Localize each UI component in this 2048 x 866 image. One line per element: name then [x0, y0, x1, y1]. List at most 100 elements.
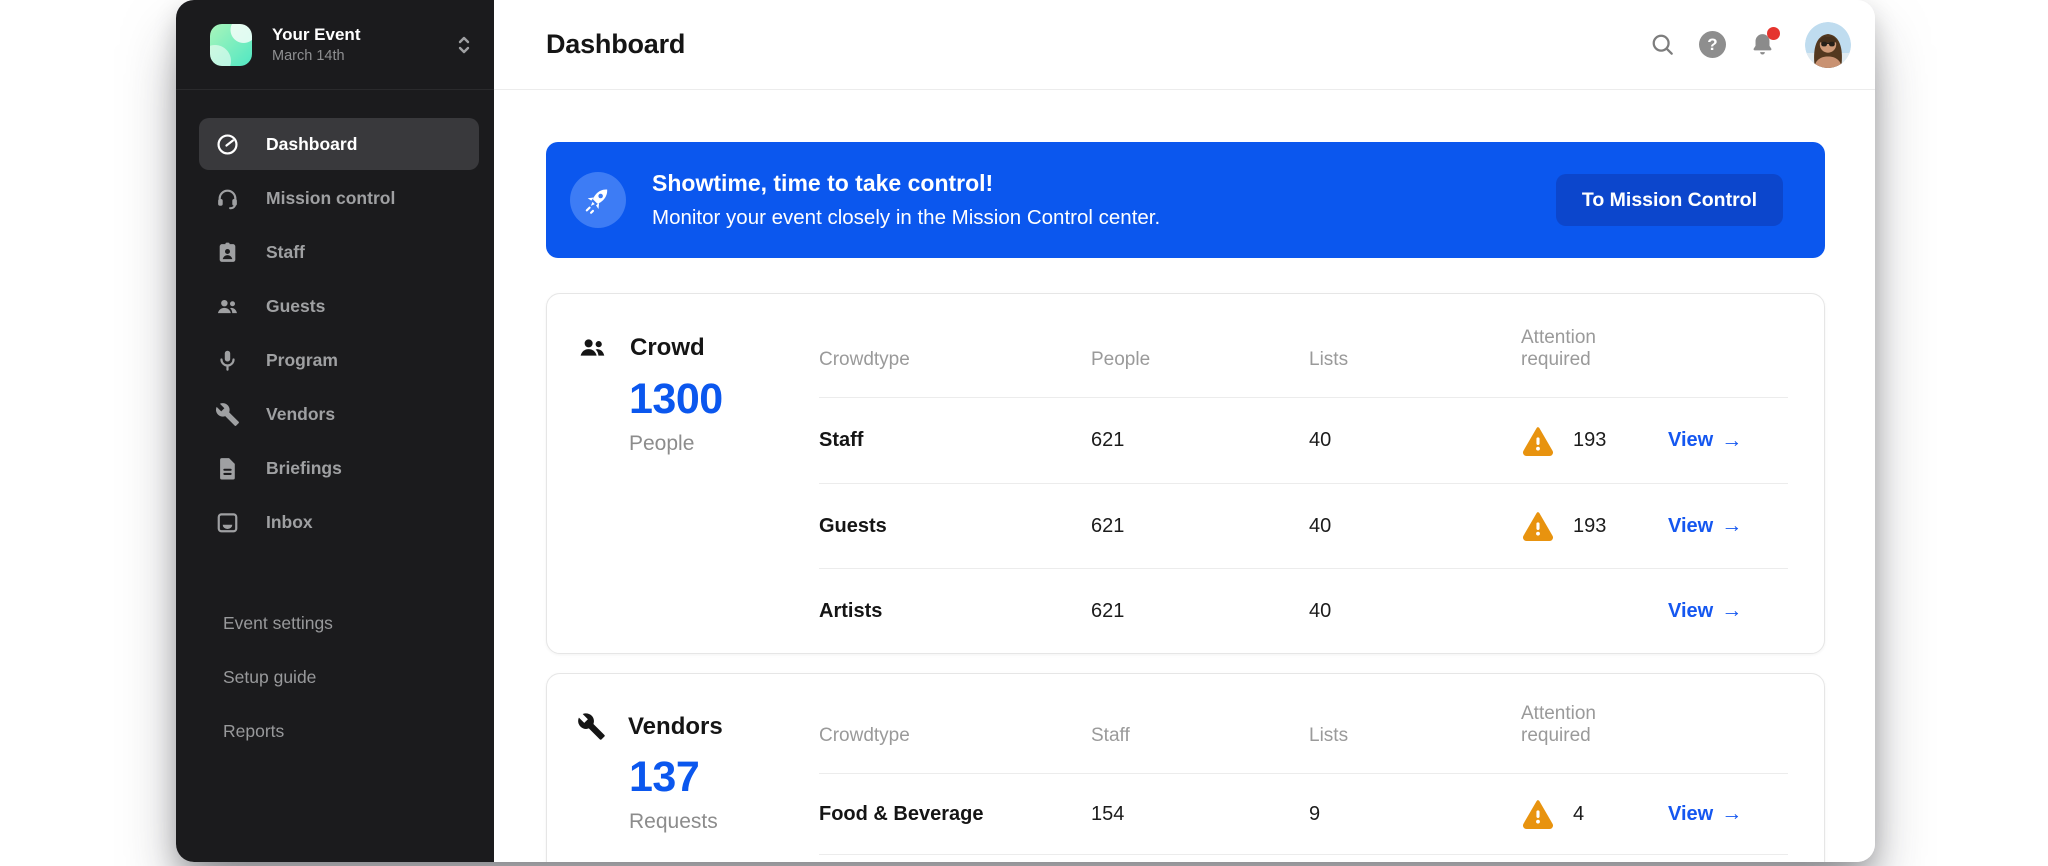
- banner-text: Showtime, time to take control! Monitor …: [652, 170, 1160, 230]
- banner-subtitle: Monitor your event closely in the Missio…: [652, 206, 1160, 230]
- crowd-card: Crowd 1300 People Crowdtype People Lists…: [546, 293, 1825, 654]
- column-header: Crowdtype: [819, 349, 1091, 371]
- attention-cell: 193: [1521, 509, 1668, 543]
- search-icon[interactable]: [1649, 31, 1676, 58]
- sidebar-item-label: Mission control: [266, 188, 395, 209]
- wrench-icon: [215, 402, 240, 427]
- sidebar: Your Event March 14th Dashboard: [176, 0, 494, 862]
- sidebar-item-program[interactable]: Program: [199, 334, 479, 386]
- event-meta: Your Event March 14th: [272, 25, 360, 64]
- crowdtype-cell: Artists: [819, 600, 1091, 623]
- attention-cell: 193: [1521, 424, 1668, 458]
- chevron-updown-icon: [456, 34, 472, 56]
- view-link[interactable]: View→: [1668, 429, 1788, 453]
- lists-cell: 40: [1309, 515, 1521, 538]
- badge-icon: [215, 240, 240, 265]
- headset-icon: [215, 186, 240, 211]
- sidebar-nav: Dashboard Mission control Staff: [176, 90, 494, 550]
- people-icon: [215, 294, 240, 319]
- app-window: Your Event March 14th Dashboard: [176, 0, 1875, 862]
- sidebar-item-briefings[interactable]: Briefings: [199, 442, 479, 494]
- view-link[interactable]: View→: [1668, 514, 1788, 538]
- people-cell: 621: [1091, 515, 1309, 538]
- sidebar-item-staff[interactable]: Staff: [199, 226, 479, 278]
- sidebar-item-mission-control[interactable]: Mission control: [199, 172, 479, 224]
- topbar: Dashboard ?: [494, 0, 1875, 90]
- lists-cell: 9: [1309, 803, 1521, 826]
- bell-icon[interactable]: [1749, 31, 1776, 58]
- event-logo-icon: [210, 24, 252, 66]
- crowd-metric: 1300: [629, 375, 819, 424]
- column-header: Crowdtype: [819, 725, 1091, 747]
- vendors-table: Crowdtype Staff Lists Attention required…: [819, 674, 1824, 862]
- crowd-table: Crowdtype People Lists Attention require…: [819, 294, 1824, 653]
- sidebar-links: Event settings Setup guide Reports: [176, 596, 494, 758]
- view-link[interactable]: View→: [1668, 802, 1788, 826]
- sidebar-item-dashboard[interactable]: Dashboard: [199, 118, 479, 170]
- sidebar-item-label: Briefings: [266, 458, 342, 479]
- topbar-icons: ?: [1649, 22, 1851, 68]
- sidebar-item-label: Vendors: [266, 404, 335, 425]
- sidebar-item-label: Guests: [266, 296, 325, 317]
- sidebar-link-event-settings[interactable]: Event settings: [223, 596, 494, 650]
- sidebar-item-vendors[interactable]: Vendors: [199, 388, 479, 440]
- microphone-icon: [215, 348, 240, 373]
- crowd-metric-label: People: [629, 432, 819, 456]
- content-area: Showtime, time to take control! Monitor …: [494, 90, 1875, 862]
- column-header: Attention required: [1521, 327, 1668, 371]
- lists-cell: 40: [1309, 429, 1521, 452]
- column-header: Staff: [1091, 725, 1309, 747]
- table-header-row: Crowdtype Staff Lists Attention required: [819, 674, 1788, 774]
- sidebar-link-reports[interactable]: Reports: [223, 704, 494, 758]
- warning-icon: [1521, 509, 1555, 543]
- main-area: Dashboard ?: [494, 0, 1875, 862]
- table-row: Artists 621 40 View→: [819, 568, 1788, 653]
- banner-title: Showtime, time to take control!: [652, 170, 1160, 197]
- inbox-icon: [215, 510, 240, 535]
- crowd-summary: Crowd 1300 People: [547, 294, 819, 653]
- sidebar-link-setup-guide[interactable]: Setup guide: [223, 650, 494, 704]
- lists-cell: 40: [1309, 600, 1521, 623]
- help-icon[interactable]: ?: [1699, 31, 1726, 58]
- arrow-right-icon: →: [1721, 599, 1742, 623]
- page-background: Your Event March 14th Dashboard: [0, 0, 2048, 866]
- staff-cell: 154: [1091, 803, 1309, 826]
- table-header-row: Crowdtype People Lists Attention require…: [819, 294, 1788, 398]
- column-header: Lists: [1309, 725, 1521, 747]
- to-mission-control-button[interactable]: To Mission Control: [1556, 174, 1783, 226]
- table-row: Food & Beverage 154 9 4 View→: [819, 774, 1788, 854]
- column-header: Attention required: [1521, 703, 1668, 747]
- page-title: Dashboard: [546, 29, 685, 60]
- vendors-metric: 137: [629, 753, 819, 802]
- card-title: Crowd: [630, 334, 705, 362]
- notification-dot: [1767, 27, 1780, 40]
- warning-icon: [1521, 797, 1555, 831]
- table-row-clipped: [819, 854, 1788, 862]
- crowdtype-cell: Staff: [819, 429, 1091, 452]
- people-icon: [577, 332, 608, 363]
- table-row: Staff 621 40 193 View→: [819, 398, 1788, 483]
- crowdtype-cell: Guests: [819, 515, 1091, 538]
- wrench-icon: [577, 712, 606, 741]
- document-icon: [215, 456, 240, 481]
- event-name: Your Event: [272, 25, 360, 45]
- vendors-summary: Vendors 137 Requests: [547, 674, 819, 862]
- view-link[interactable]: View→: [1668, 599, 1788, 623]
- warning-icon: [1521, 424, 1555, 458]
- sidebar-item-label: Program: [266, 350, 338, 371]
- people-cell: 621: [1091, 429, 1309, 452]
- gauge-icon: [215, 132, 240, 157]
- arrow-right-icon: →: [1721, 429, 1742, 453]
- sidebar-item-inbox[interactable]: Inbox: [199, 496, 479, 548]
- column-header: Lists: [1309, 349, 1521, 371]
- arrow-right-icon: →: [1721, 802, 1742, 826]
- attention-cell: 4: [1521, 797, 1668, 831]
- sidebar-item-guests[interactable]: Guests: [199, 280, 479, 332]
- vendors-metric-label: Requests: [629, 810, 819, 834]
- table-row: Guests 621 40 193 View→: [819, 483, 1788, 568]
- event-switcher[interactable]: Your Event March 14th: [176, 0, 494, 90]
- people-cell: 621: [1091, 600, 1309, 623]
- avatar[interactable]: [1805, 22, 1851, 68]
- arrow-right-icon: →: [1721, 514, 1742, 538]
- column-header: People: [1091, 349, 1309, 371]
